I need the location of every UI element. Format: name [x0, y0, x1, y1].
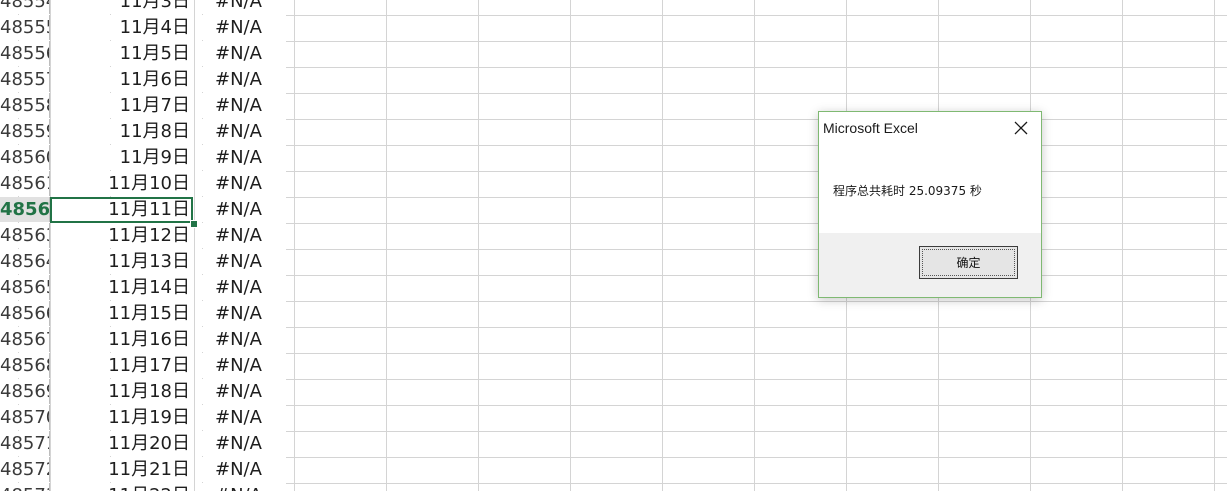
row-number[interactable]: 48566 — [0, 301, 50, 326]
table-row: 4856911月18日#N/A — [0, 379, 1227, 405]
value-cell[interactable]: #N/A — [195, 457, 286, 482]
table-row: 4857011月19日#N/A — [0, 405, 1227, 431]
date-cell[interactable]: 11月3日 — [51, 0, 194, 14]
row-number[interactable]: 48571 — [0, 431, 50, 456]
date-cell[interactable]: 11月7日 — [51, 93, 194, 118]
value-cell[interactable]: #N/A — [195, 353, 286, 378]
value-cell[interactable]: #N/A — [195, 301, 286, 326]
close-icon[interactable] — [1009, 116, 1033, 140]
date-cell[interactable]: 11月19日 — [51, 405, 194, 430]
date-cell[interactable]: 11月22日 — [51, 483, 194, 491]
row-number[interactable]: 48562 — [0, 197, 50, 222]
date-cell[interactable]: 11月18日 — [51, 379, 194, 404]
row-number[interactable]: 48561 — [0, 171, 50, 196]
column-divider — [50, 0, 51, 491]
dialog-message: 程序总共耗时 25.09375 秒 — [833, 184, 982, 198]
column-divider — [194, 0, 195, 491]
table-row: 4856811月17日#N/A — [0, 353, 1227, 379]
row-number[interactable]: 48573 — [0, 483, 50, 491]
value-cell[interactable]: #N/A — [195, 15, 286, 40]
dialog-footer: 确定 — [819, 233, 1041, 297]
table-row: 4856111月10日#N/A — [0, 171, 1227, 197]
row-number[interactable]: 48567 — [0, 327, 50, 352]
value-cell[interactable]: #N/A — [195, 119, 286, 144]
row-number[interactable]: 48569 — [0, 379, 50, 404]
row-number[interactable]: 48563 — [0, 223, 50, 248]
table-row: 4856411月13日#N/A — [0, 249, 1227, 275]
value-cell[interactable]: #N/A — [195, 483, 286, 491]
row-number[interactable]: 48560 — [0, 145, 50, 170]
row-number[interactable]: 48557 — [0, 67, 50, 92]
row-number[interactable]: 48555 — [0, 15, 50, 40]
date-cell[interactable]: 11月4日 — [51, 15, 194, 40]
date-cell[interactable]: 11月13日 — [51, 249, 194, 274]
dialog-titlebar[interactable]: Microsoft Excel — [819, 112, 1041, 146]
table-row: 4856611月15日#N/A — [0, 301, 1227, 327]
value-cell[interactable]: #N/A — [195, 93, 286, 118]
row-number[interactable]: 48558 — [0, 93, 50, 118]
date-cell[interactable]: 11月17日 — [51, 353, 194, 378]
date-cell[interactable]: 11月10日 — [51, 171, 194, 196]
row-number[interactable]: 48564 — [0, 249, 50, 274]
value-cell[interactable]: #N/A — [195, 275, 286, 300]
value-cell[interactable]: #N/A — [195, 67, 286, 92]
table-row: 4855711月6日#N/A — [0, 67, 1227, 93]
date-cell[interactable]: 11月14日 — [51, 275, 194, 300]
table-row: 4855411月3日#N/A — [0, 0, 1227, 15]
date-cell[interactable]: 11月9日 — [51, 145, 194, 170]
date-cell[interactable]: 11月12日 — [51, 223, 194, 248]
date-cell[interactable]: 11月21日 — [51, 457, 194, 482]
row-number[interactable]: 48570 — [0, 405, 50, 430]
row-number[interactable]: 48554 — [0, 0, 50, 14]
value-cell[interactable]: #N/A — [195, 431, 286, 456]
value-cell[interactable]: #N/A — [195, 145, 286, 170]
date-cell[interactable]: 11月15日 — [51, 301, 194, 326]
message-box-dialog: Microsoft Excel 程序总共耗时 25.09375 秒 确定 — [818, 111, 1042, 298]
table-row: 4855811月7日#N/A — [0, 93, 1227, 119]
value-cell[interactable]: #N/A — [195, 197, 286, 222]
table-row: 4856711月16日#N/A — [0, 327, 1227, 353]
table-row: 4855511月4日#N/A — [0, 15, 1227, 41]
value-cell[interactable]: #N/A — [195, 327, 286, 352]
table-row: 4857311月22日#N/A — [0, 483, 1227, 491]
table-row: 4857211月21日#N/A — [0, 457, 1227, 483]
dialog-title: Microsoft Excel — [823, 120, 918, 136]
row-number[interactable]: 48572 — [0, 457, 50, 482]
row-number[interactable]: 48559 — [0, 119, 50, 144]
value-cell[interactable]: #N/A — [195, 41, 286, 66]
date-cell[interactable]: 11月11日 — [51, 197, 194, 222]
value-cell[interactable]: #N/A — [195, 223, 286, 248]
table-row: 4855911月8日#N/A — [0, 119, 1227, 145]
table-row: 4856311月12日#N/A — [0, 223, 1227, 249]
value-cell[interactable]: #N/A — [195, 405, 286, 430]
ok-button[interactable]: 确定 — [919, 246, 1018, 279]
value-cell[interactable]: #N/A — [195, 249, 286, 274]
value-cell[interactable]: #N/A — [195, 379, 286, 404]
date-cell[interactable]: 11月16日 — [51, 327, 194, 352]
table-row: 4856211月11日#N/A — [0, 197, 1227, 223]
table-row: 4855611月5日#N/A — [0, 41, 1227, 67]
date-cell[interactable]: 11月8日 — [51, 119, 194, 144]
table-row: 4856511月14日#N/A — [0, 275, 1227, 301]
date-cell[interactable]: 11月5日 — [51, 41, 194, 66]
table-row: 4857111月20日#N/A — [0, 431, 1227, 457]
row-number[interactable]: 48556 — [0, 41, 50, 66]
spreadsheet-grid[interactable]: 4855411月3日#N/A4855511月4日#N/A4855611月5日#N… — [0, 0, 1227, 491]
value-cell[interactable]: #N/A — [195, 171, 286, 196]
row-number[interactable]: 48565 — [0, 275, 50, 300]
date-cell[interactable]: 11月20日 — [51, 431, 194, 456]
value-cell[interactable]: #N/A — [195, 0, 286, 14]
fill-handle[interactable] — [190, 220, 198, 228]
date-cell[interactable]: 11月6日 — [51, 67, 194, 92]
table-row: 4856011月9日#N/A — [0, 145, 1227, 171]
row-number[interactable]: 48568 — [0, 353, 50, 378]
